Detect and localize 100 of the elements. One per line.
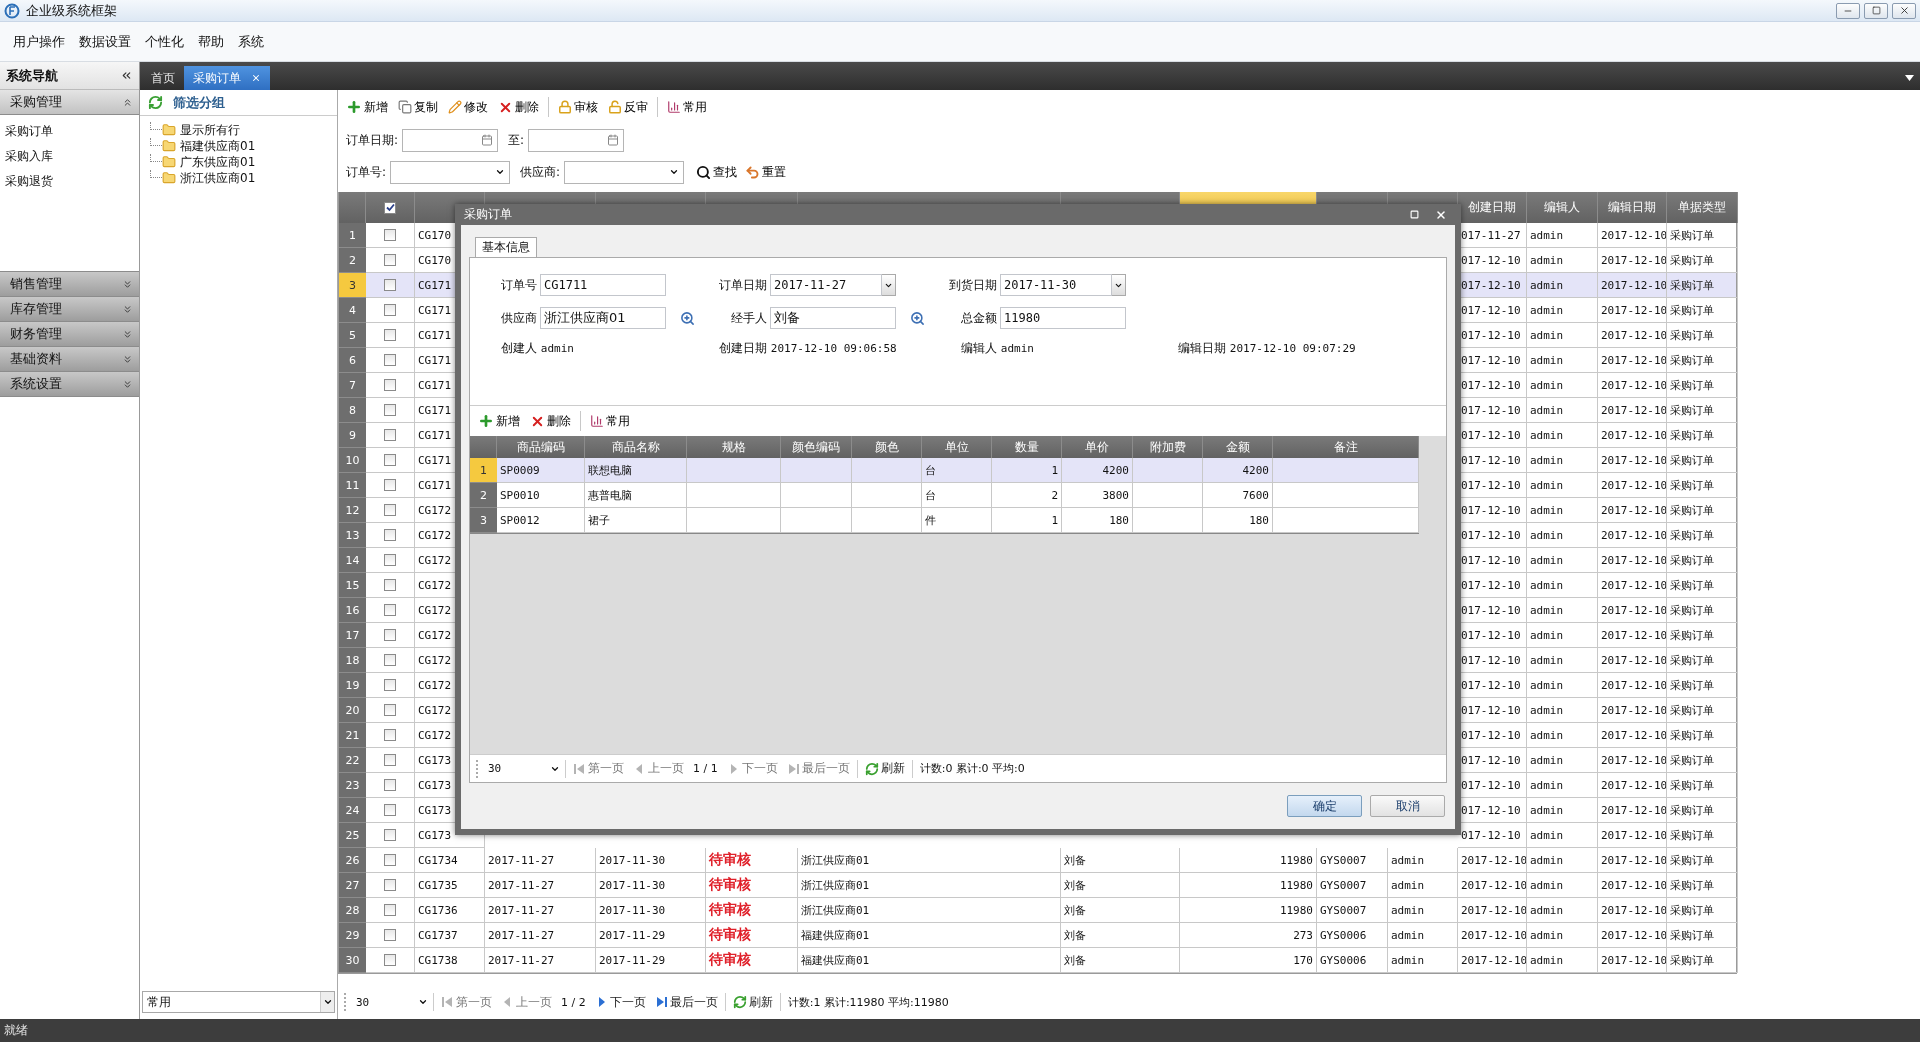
row-checkbox[interactable] (384, 929, 396, 941)
section-header[interactable]: 财务管理 (0, 322, 139, 347)
row-checkbox[interactable] (384, 829, 396, 841)
tab[interactable]: 基本信息 (475, 237, 537, 257)
date-field[interactable] (402, 128, 499, 152)
row-checkbox[interactable] (384, 629, 396, 641)
preset-select[interactable]: 常用 (142, 991, 335, 1013)
edit-button[interactable]: 修改 (444, 96, 492, 118)
row-checkbox[interactable] (384, 454, 396, 466)
collapse-icon[interactable] (120, 69, 133, 82)
refresh-button[interactable]: 刷新 (862, 760, 907, 777)
minimize-button[interactable] (1836, 2, 1860, 19)
common-button[interactable]: 常用 (663, 96, 711, 118)
section-header[interactable]: 基础资料 (0, 347, 139, 372)
select-all-checkbox[interactable] (384, 201, 396, 214)
menu-item[interactable]: 数据设置 (72, 32, 138, 51)
row-checkbox[interactable] (384, 954, 396, 966)
row-checkbox[interactable] (384, 304, 396, 316)
row-checkbox[interactable] (384, 504, 396, 516)
row-checkbox[interactable] (384, 779, 396, 791)
cancel-button[interactable]: 取消 (1370, 795, 1445, 817)
find-button[interactable]: 查找 (694, 163, 740, 181)
menu-item[interactable]: 用户操作 (6, 32, 72, 51)
dropdown-arrow-icon[interactable] (1905, 75, 1914, 81)
row-checkbox[interactable] (384, 354, 396, 366)
select-field[interactable] (564, 160, 685, 184)
panel-title: 筛选分组 (173, 93, 225, 112)
maximize-icon (1871, 6, 1881, 15)
unapprove-button[interactable]: 反审 (604, 96, 652, 118)
copy-button[interactable]: 复制 (394, 96, 442, 118)
close-icon[interactable] (1435, 208, 1447, 221)
row-checkbox[interactable] (384, 754, 396, 766)
date-field[interactable] (528, 128, 625, 152)
row-checkbox[interactable] (384, 704, 396, 716)
date-field[interactable]: 2017-11-27 (770, 274, 882, 296)
row-checkbox[interactable] (384, 579, 396, 591)
row-checkbox[interactable] (384, 904, 396, 916)
row-checkbox[interactable] (384, 679, 396, 691)
row-checkbox[interactable] (384, 804, 396, 816)
input-field[interactable]: 11980 (1000, 307, 1126, 329)
row-checkbox[interactable] (384, 654, 396, 666)
section-header[interactable]: 库存管理 (0, 297, 139, 322)
column-header: 金额 (1203, 436, 1273, 458)
delete-button[interactable]: 删除 (494, 96, 543, 118)
nav-item[interactable]: 采购退货 (0, 169, 58, 194)
row-checkbox[interactable] (384, 604, 396, 616)
approve-button[interactable]: 审核 (554, 96, 602, 118)
maximize-icon[interactable] (1410, 210, 1419, 219)
close-icon[interactable] (251, 73, 261, 83)
dropdown-button[interactable] (882, 274, 896, 296)
ok-button[interactable]: 确定 (1287, 795, 1362, 817)
refresh-icon[interactable] (148, 95, 163, 110)
row-checkbox[interactable] (384, 554, 396, 566)
nav-item[interactable]: 采购入库 (0, 144, 58, 169)
next-page-button[interactable]: 下一页 (592, 993, 648, 1011)
row-checkbox[interactable] (384, 479, 396, 491)
tab[interactable]: 采购订单 (184, 66, 270, 90)
row-checkbox[interactable] (384, 854, 396, 866)
menu-item[interactable]: 帮助 (191, 32, 231, 51)
lookup-button[interactable] (910, 310, 925, 326)
row-checkbox[interactable] (384, 529, 396, 541)
nav-item[interactable]: 采购订单 (0, 119, 58, 144)
row-checkbox[interactable] (384, 729, 396, 741)
page-size-select[interactable]: 30 (484, 758, 560, 779)
input-field[interactable]: 刘备 (770, 307, 896, 329)
row-number: 16 (339, 598, 366, 623)
menu-item[interactable]: 个性化 (138, 32, 191, 51)
delete-button[interactable]: 删除 (526, 410, 575, 432)
common-button[interactable]: 常用 (586, 410, 634, 432)
row-checkbox[interactable] (384, 404, 396, 416)
page-size-select[interactable]: 30 (352, 992, 428, 1012)
select-field[interactable] (390, 160, 511, 184)
section-header[interactable]: 系统设置 (0, 372, 139, 397)
last-page-button[interactable]: 最后一页 (652, 993, 720, 1011)
row-checkbox[interactable] (384, 229, 396, 241)
section-header[interactable]: 采购管理 (0, 90, 139, 115)
dropdown-button[interactable] (1112, 274, 1126, 296)
lookup-button[interactable] (680, 310, 695, 326)
close-button[interactable] (1892, 2, 1916, 19)
tree-item[interactable]: 浙江供应商01 (162, 169, 256, 187)
tab[interactable]: 首页 (142, 66, 184, 90)
input-field[interactable]: 浙江供应商01 (540, 307, 666, 329)
row-checkbox[interactable] (384, 279, 396, 291)
row-checkbox[interactable] (384, 329, 396, 341)
plus-icon (346, 99, 362, 115)
row-checkbox[interactable] (384, 429, 396, 441)
row-checkbox[interactable] (384, 254, 396, 266)
reset-button[interactable]: 重置 (743, 163, 789, 181)
tree-item[interactable]: 显示所有行 (162, 121, 240, 139)
row-checkbox[interactable] (384, 879, 396, 891)
menu-item[interactable]: 系统 (231, 32, 271, 51)
section-header[interactable]: 销售管理 (0, 272, 139, 297)
date-field[interactable]: 2017-11-30 (1000, 274, 1112, 296)
maximize-button[interactable] (1864, 2, 1888, 19)
tree-item[interactable]: 广东供应商01 (162, 153, 256, 171)
add-button[interactable]: 新增 (342, 96, 392, 118)
refresh-button[interactable]: 刷新 (730, 993, 775, 1011)
input-field[interactable]: CG1711 (540, 274, 666, 296)
tree-item[interactable]: 福建供应商01 (162, 137, 256, 155)
row-checkbox[interactable] (384, 379, 396, 391)
